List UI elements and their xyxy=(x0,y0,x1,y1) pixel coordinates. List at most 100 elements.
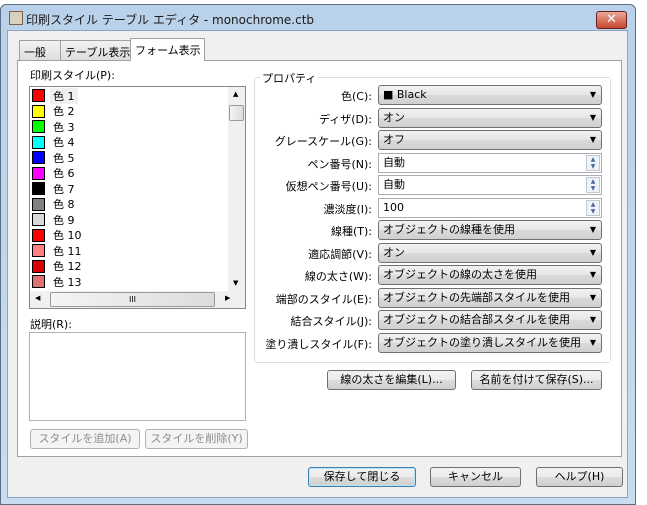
property-dropdown[interactable]: オブジェクトの線種を使用 ▼ xyxy=(378,220,602,240)
color-swatch xyxy=(32,182,45,195)
horizontal-scrollbar[interactable]: ◀ III ▶ xyxy=(30,291,245,308)
color-swatch xyxy=(32,135,45,149)
property-dropdown[interactable]: ■ Black ▼ xyxy=(378,85,602,105)
help-button[interactable]: ヘルプ(H) xyxy=(536,467,623,487)
tab-form-view[interactable]: フォーム表示 xyxy=(130,38,205,61)
color-swatch xyxy=(32,166,45,180)
app-icon xyxy=(9,11,23,25)
property-dropdown[interactable]: オブジェクトの結合部スタイルを使用 ▼ xyxy=(378,310,602,330)
print-styles-label: 印刷スタイル(P): xyxy=(30,69,115,82)
property-label: 端部のスタイル(E): xyxy=(275,292,372,306)
scroll-up-icon[interactable]: ▲ xyxy=(233,90,238,98)
delete-style-button[interactable]: スタイルを削除(Y) xyxy=(145,429,248,449)
close-icon[interactable]: ✕ xyxy=(596,11,627,29)
color-swatch xyxy=(32,120,45,133)
color-swatch xyxy=(32,197,45,211)
print-style-label: 色 1 xyxy=(50,87,78,104)
property-spinner[interactable]: 自動 ▲ ▼ xyxy=(378,152,602,173)
property-value: オン xyxy=(383,110,405,124)
chevron-down-icon[interactable]: ▼ xyxy=(590,311,596,329)
tab-general[interactable]: 一般 xyxy=(19,40,61,61)
add-style-button[interactable]: スタイルを追加(A) xyxy=(30,429,140,449)
print-style-label: 色 3 xyxy=(53,120,75,134)
color-swatch xyxy=(32,275,45,288)
description-textarea[interactable] xyxy=(29,332,246,421)
chevron-down-icon[interactable]: ▼ xyxy=(590,289,596,307)
scroll-down-icon[interactable]: ▼ xyxy=(233,279,238,287)
property-dropdown[interactable]: オン ▼ xyxy=(378,107,602,128)
print-style-item[interactable]: 色 7 xyxy=(32,181,78,196)
property-value: オン xyxy=(383,245,405,259)
edit-lineweights-button[interactable]: 線の太さを編集(L)... xyxy=(327,370,456,390)
property-dropdown[interactable]: オン ▼ xyxy=(378,242,602,263)
chevron-down-icon[interactable]: ▼ xyxy=(590,109,596,127)
spin-arrows-icon[interactable]: ▲ ▼ xyxy=(586,177,600,193)
property-value: ■ Black xyxy=(383,88,427,101)
print-style-item[interactable]: 色 5 xyxy=(32,150,78,165)
print-style-item[interactable]: 色 11 xyxy=(32,243,85,258)
color-swatch xyxy=(32,151,45,164)
property-value: 自動 xyxy=(383,155,405,169)
scroll-thumb-horizontal[interactable]: III xyxy=(50,292,215,307)
print-style-item[interactable]: 色 10 xyxy=(32,228,85,243)
print-style-label: 色 10 xyxy=(53,229,82,242)
save-and-close-button[interactable]: 保存して閉じる xyxy=(308,467,416,487)
print-style-item[interactable]: 色 13 xyxy=(32,274,85,289)
property-spinner[interactable]: 自動 ▲ ▼ xyxy=(378,175,602,195)
property-spinner[interactable]: 100 ▲ ▼ xyxy=(378,197,602,218)
print-style-item[interactable]: 色 6 xyxy=(32,166,78,181)
print-style-item[interactable]: 色 12 xyxy=(32,259,85,274)
property-label: 線種(T): xyxy=(330,225,372,238)
description-label: 説明(R): xyxy=(30,318,72,331)
property-value: オブジェクトの先端部スタイルを使用 xyxy=(383,290,570,304)
property-label: 濃淡度(I): xyxy=(323,202,372,216)
scroll-thumb[interactable] xyxy=(229,105,244,121)
save-as-button[interactable]: 名前を付けて保存(S)... xyxy=(471,370,602,390)
color-swatch xyxy=(32,213,45,226)
print-styles-list[interactable]: 色 1色 2 色 3 色 4 色 5 色 6 色 7 色 8 色 9 色 10 色 11 色 12 色… xyxy=(29,86,246,309)
chevron-down-icon[interactable]: ▼ xyxy=(590,334,596,352)
color-swatch xyxy=(32,259,45,273)
print-style-item[interactable]: 色 9 xyxy=(32,212,78,227)
scroll-right-icon[interactable]: ▶ xyxy=(225,294,230,302)
print-style-item[interactable]: 色 2 xyxy=(32,104,78,119)
property-value: 自動 xyxy=(383,178,405,191)
property-value: オブジェクトの線種を使用 xyxy=(383,223,515,236)
color-swatch xyxy=(32,89,45,102)
vertical-scrollbar[interactable]: ▲ ▼ xyxy=(228,87,245,291)
cancel-button[interactable]: キャンセル xyxy=(430,467,521,487)
chevron-down-icon[interactable]: ▼ xyxy=(590,86,596,104)
property-label: ディザ(D): xyxy=(319,112,372,126)
property-value: オブジェクトの結合部スタイルを使用 xyxy=(383,313,570,326)
print-style-item[interactable]: 色 4 xyxy=(32,135,78,150)
property-label: グレースケール(G): xyxy=(274,135,372,148)
spin-arrows-icon[interactable]: ▲ ▼ xyxy=(586,199,600,216)
chevron-down-icon[interactable]: ▼ xyxy=(590,131,596,149)
print-style-item[interactable]: 色 3 xyxy=(32,119,78,134)
print-style-label: 色 6 xyxy=(53,167,75,180)
chevron-down-icon[interactable]: ▼ xyxy=(590,266,596,284)
property-label: ペン番号(N): xyxy=(307,157,372,171)
scroll-left-icon[interactable]: ◀ xyxy=(35,294,40,302)
chevron-down-icon[interactable]: ▼ xyxy=(590,244,596,262)
tab-table-view[interactable]: テーブル表示 xyxy=(60,40,131,61)
print-style-label: 色 7 xyxy=(53,182,75,196)
print-style-item[interactable]: 色 1 xyxy=(32,87,78,104)
property-dropdown[interactable]: オブジェクトの線の太さを使用 ▼ xyxy=(378,265,602,285)
property-value: オブジェクトの線の太さを使用 xyxy=(383,268,537,281)
print-style-label: 色 9 xyxy=(53,213,75,227)
property-label: 適応調節(V): xyxy=(308,247,372,261)
property-dropdown[interactable]: オブジェクトの塗り潰しスタイルを使用 ▼ xyxy=(378,332,602,353)
property-label: 結合スタイル(J): xyxy=(290,315,372,328)
property-value: オフ xyxy=(383,133,405,146)
property-dropdown[interactable]: オブジェクトの先端部スタイルを使用 ▼ xyxy=(378,287,602,308)
chevron-down-icon[interactable]: ▼ xyxy=(590,221,596,239)
print-style-label: 色 2 xyxy=(53,105,75,118)
property-label: 仮想ペン番号(U): xyxy=(285,180,372,193)
print-style-label: 色 12 xyxy=(53,260,82,273)
color-swatch xyxy=(32,104,45,118)
print-style-item[interactable]: 色 8 xyxy=(32,197,78,212)
spin-arrows-icon[interactable]: ▲ ▼ xyxy=(586,154,600,171)
property-dropdown[interactable]: オフ ▼ xyxy=(378,130,602,150)
property-label: 塗り潰しスタイル(F): xyxy=(265,337,372,351)
